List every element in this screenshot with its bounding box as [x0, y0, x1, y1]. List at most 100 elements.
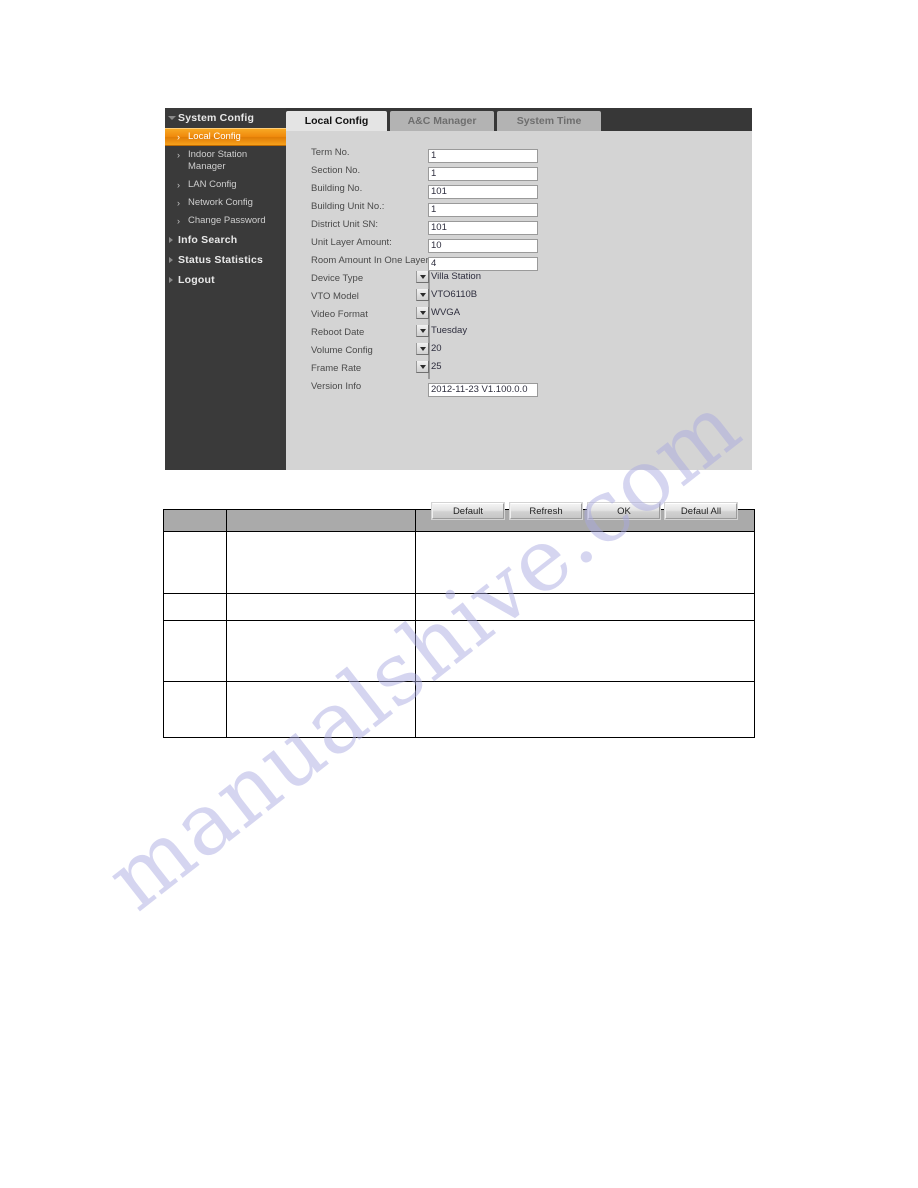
select-value: WVGA [431, 307, 461, 318]
field-control [428, 379, 538, 397]
field-label: Device Type [311, 273, 364, 284]
triangle-right-icon [169, 237, 173, 243]
table-row [163, 620, 755, 682]
form-row-version-info: Version Info [311, 379, 731, 397]
field-label: Term No. [311, 147, 350, 158]
chevron-down-icon[interactable] [416, 271, 429, 283]
default-button[interactable]: Default [432, 503, 504, 519]
field-label: Frame Rate [311, 363, 362, 374]
form-row-district-unit-sn: District Unit SN: [311, 217, 731, 235]
table-cell [163, 620, 227, 682]
field-label: Reboot Date [311, 327, 365, 338]
vto-model-select[interactable]: VTO6110B [416, 288, 477, 307]
field-control: Tuesday [416, 324, 538, 343]
chevron-down-icon[interactable] [416, 289, 429, 301]
chevron-down-icon[interactable] [416, 343, 429, 355]
parameter-description-table [163, 509, 755, 738]
sidebar: System Config › Local Config › Indoor St… [165, 108, 286, 470]
field-label: VTO Model [311, 291, 359, 302]
refresh-button[interactable]: Refresh [510, 503, 582, 519]
chevron-right-icon: › [177, 216, 180, 226]
table-row [163, 593, 755, 621]
form-row-video-format: Video Format WVGA [311, 306, 731, 325]
volume-config-select[interactable]: 20 [416, 342, 442, 361]
frame-rate-select[interactable]: 25 [416, 360, 442, 379]
triangle-right-icon [169, 277, 173, 283]
sidebar-item-change-password[interactable]: › Change Password [165, 212, 286, 230]
building-unit-no-input[interactable] [428, 202, 538, 217]
field-label: Volume Config [311, 345, 373, 356]
room-amount-in-one-layer-input[interactable] [428, 256, 538, 271]
table-cell [225, 620, 417, 682]
field-control: WVGA [416, 306, 538, 325]
field-control: VTO6110B [416, 288, 538, 307]
tab-local-config[interactable]: Local Config [286, 111, 387, 131]
table-cell [163, 681, 227, 738]
form-row-volume-config: Volume Config 20 [311, 342, 731, 361]
section-no-input[interactable] [428, 166, 538, 181]
form-row-frame-rate: Frame Rate 25 [311, 360, 731, 379]
building-no-input[interactable] [428, 184, 538, 199]
sidebar-item-local-config[interactable]: › Local Config [165, 128, 286, 146]
sidebar-item-indoor-station-manager[interactable]: › Indoor Station Manager [165, 146, 286, 176]
sidebar-group-system-config[interactable]: System Config [165, 108, 286, 128]
district-unit-sn-input[interactable] [428, 220, 538, 235]
field-label: Section No. [311, 165, 361, 176]
table-row [163, 681, 755, 738]
form-row-section-no: Section No. [311, 163, 731, 181]
field-label: Version Info [311, 381, 362, 392]
form-button-row: Default Refresh OK Defaul All [432, 503, 762, 521]
ok-button[interactable]: OK [588, 503, 660, 519]
field-label: Building No. [311, 183, 363, 194]
sidebar-group-label: System Config [178, 112, 255, 124]
chevron-right-icon: › [177, 180, 180, 190]
sidebar-item-network-config[interactable]: › Network Config [165, 194, 286, 212]
field-control [428, 181, 538, 199]
chevron-down-icon[interactable] [416, 361, 429, 373]
table-cell [415, 620, 755, 682]
table-cell [225, 531, 417, 594]
chevron-down-icon[interactable] [416, 307, 429, 319]
chevron-right-icon: › [177, 132, 180, 142]
chevron-down-icon[interactable] [416, 325, 429, 337]
form-row-reboot-date: Reboot Date Tuesday [311, 324, 731, 343]
term-no-input[interactable] [428, 148, 538, 163]
tab-system-time[interactable]: System Time [497, 111, 601, 131]
unit-layer-amount-input[interactable] [428, 238, 538, 253]
version-info-input [428, 382, 538, 397]
table-header-cell [225, 509, 417, 532]
select-value: 25 [431, 361, 442, 372]
sidebar-item-lan-config[interactable]: › LAN Config [165, 176, 286, 194]
sidebar-group-info-search[interactable]: Info Search [165, 230, 286, 250]
sidebar-item-label: LAN Config [188, 179, 237, 190]
select-value: Villa Station [431, 271, 481, 282]
sidebar-group-status-statistics[interactable]: Status Statistics [165, 250, 286, 270]
form-row-unit-layer-amount: Unit Layer Amount: [311, 235, 731, 253]
chevron-right-icon: › [177, 150, 180, 160]
field-control [428, 163, 538, 181]
sidebar-item-label: Network Config [188, 197, 253, 208]
table-cell [415, 593, 755, 621]
local-config-form: Term No. Section No. Building No. Buildi… [286, 131, 752, 519]
field-control [428, 199, 538, 217]
default-all-button[interactable]: Defaul All [665, 503, 737, 519]
sidebar-group-label: Logout [178, 274, 215, 286]
sidebar-item-label: Change Password [188, 215, 266, 226]
video-format-select[interactable]: WVGA [416, 306, 460, 325]
chevron-right-icon: › [177, 198, 180, 208]
sidebar-group-label: Info Search [178, 234, 238, 246]
field-control [428, 217, 538, 235]
sidebar-item-label: Indoor Station Manager [188, 149, 248, 172]
table-cell [415, 681, 755, 738]
form-row-building-unit-no: Building Unit No.: [311, 199, 731, 217]
table-cell [415, 531, 755, 594]
device-type-select[interactable]: Villa Station [416, 270, 481, 289]
table-cell [225, 681, 417, 738]
reboot-date-select[interactable]: Tuesday [416, 324, 467, 343]
field-control: Villa Station [416, 270, 538, 289]
form-row-device-type: Device Type Villa Station [311, 270, 731, 289]
sidebar-group-logout[interactable]: Logout [165, 270, 286, 290]
tab-ac-manager[interactable]: A&C Manager [390, 111, 494, 131]
field-control [428, 253, 538, 271]
field-label: District Unit SN: [311, 219, 379, 230]
